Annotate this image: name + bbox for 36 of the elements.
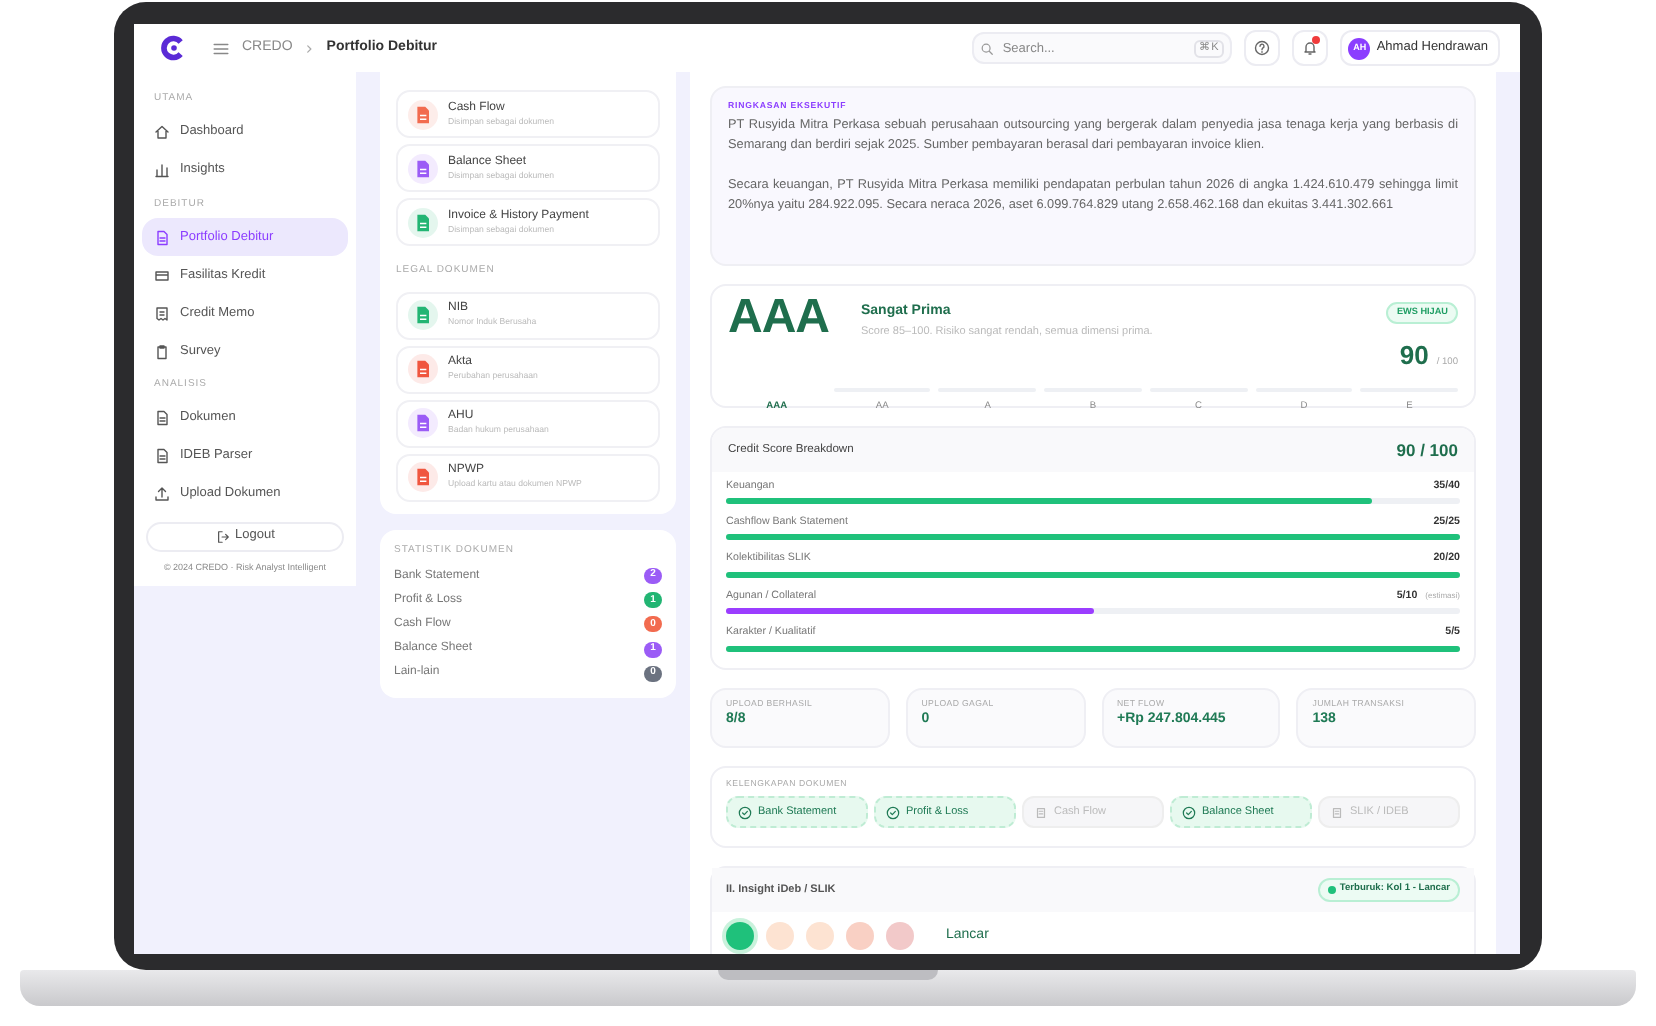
collectibility-dot[interactable] [886,921,914,950]
document-icon [408,300,438,330]
menu-icon[interactable] [212,39,230,57]
search-icon [980,41,995,55]
bar-chart-icon [154,162,170,178]
help-button[interactable] [1244,30,1281,66]
logo-icon[interactable] [160,34,188,62]
breakdown-total: 90 / 100 [1396,437,1458,463]
clipboard-icon [154,343,170,359]
document-icon [408,207,438,237]
status-dot [1327,885,1336,894]
document-icon [1330,805,1344,820]
logout-icon [215,529,230,543]
notification-button[interactable] [1292,30,1329,66]
collectibility-dot[interactable] [726,921,754,950]
document-icon [408,153,438,183]
document-icon [154,410,170,426]
document-icon [154,448,170,464]
collectibility-dot[interactable] [846,921,874,950]
document-icon [408,99,438,129]
document-icon [408,462,438,492]
bell-icon [1302,40,1319,56]
document-icon [408,354,438,384]
upload-icon [154,486,170,502]
score-value: 90 [1399,339,1429,370]
receipt-icon [154,305,170,321]
collectibility-dot[interactable] [766,921,794,950]
collectibility-dot[interactable] [806,921,834,950]
card-icon [154,267,170,283]
rating-grade: AAA [728,294,829,342]
document-icon [1034,805,1048,820]
help-icon [1254,40,1271,56]
chevron-icon [304,43,315,53]
document-icon [154,229,170,245]
document-icon [408,408,438,438]
house-icon [154,124,170,140]
